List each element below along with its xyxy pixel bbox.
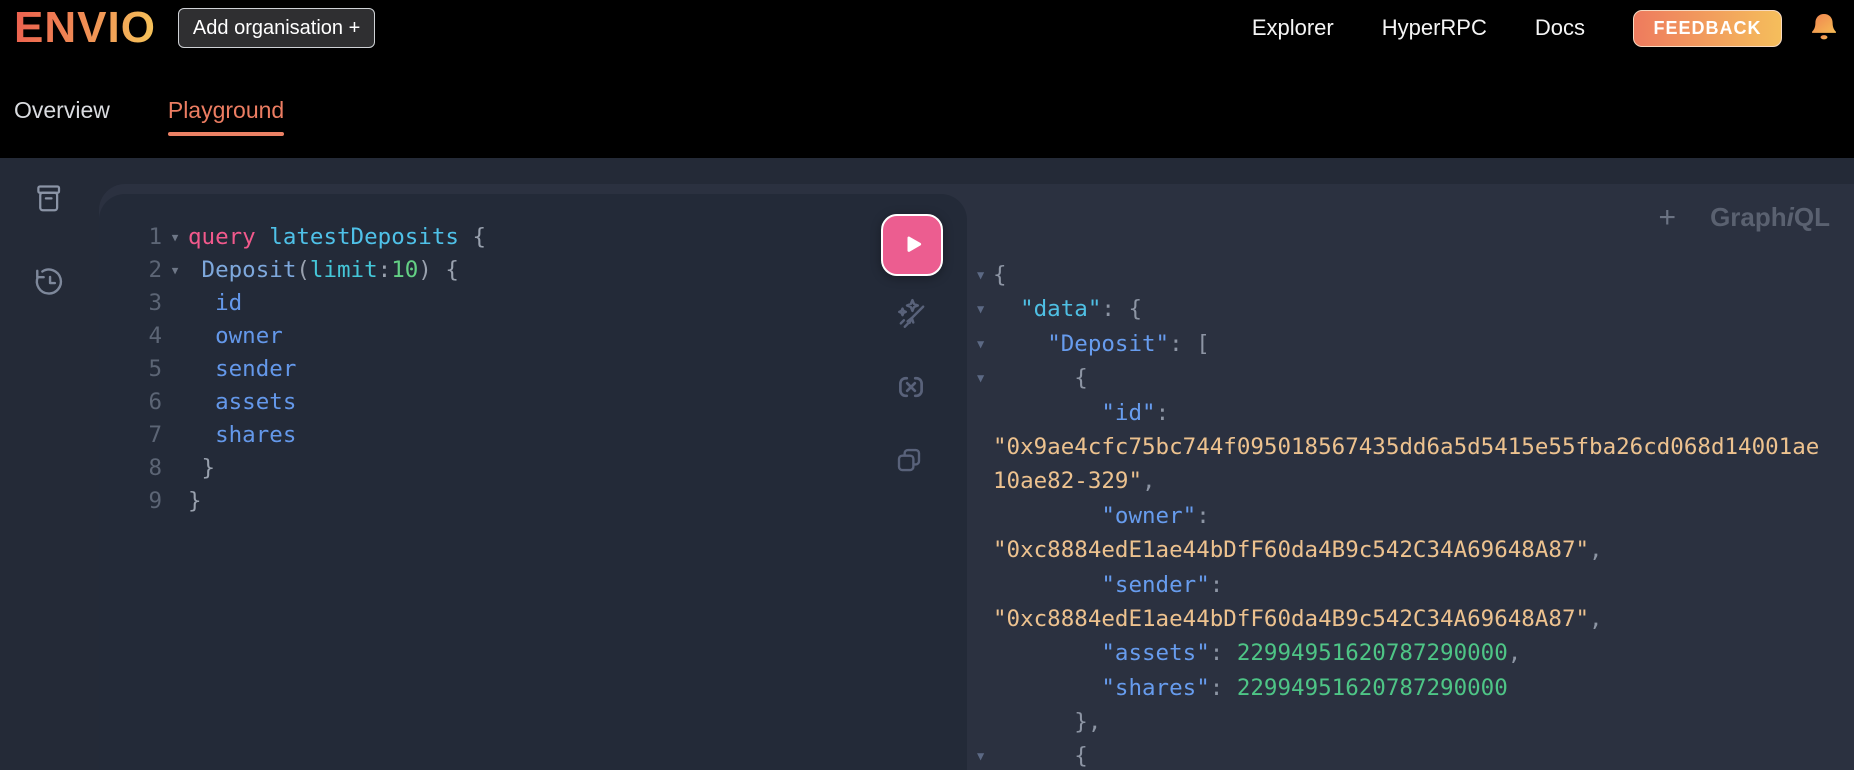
play-icon <box>907 236 922 252</box>
response-row: "sender": <box>977 568 1854 602</box>
code-text: id <box>215 290 243 316</box>
feedback-button[interactable]: FEEDBACK <box>1633 9 1782 47</box>
response-text: "Deposit": [ <box>1047 330 1210 357</box>
execute-query-button[interactable] <box>881 214 943 276</box>
code-text: } <box>188 488 202 514</box>
response-text: 10ae82-329", <box>993 468 1156 495</box>
response-text: "0x9ae4cfc75bc744f095018567435dd6a5d5415… <box>993 433 1820 460</box>
code-text: shares <box>215 422 297 448</box>
response-row: "shares": 22994951620787290000 <box>977 671 1854 705</box>
prettify-query-button[interactable] <box>894 297 928 331</box>
notifications-bell-icon[interactable] <box>1808 10 1840 46</box>
history-icon[interactable] <box>33 266 65 303</box>
merge-fragments-button[interactable] <box>894 370 928 404</box>
response-row: "owner": <box>977 499 1854 533</box>
collapse-toggle-icon[interactable]: ▼ <box>977 739 993 770</box>
response-text: { <box>993 365 1088 392</box>
response-row: 10ae82-329", <box>977 464 1854 498</box>
response-text: "data": { <box>1020 296 1143 323</box>
response-row: ▼ { <box>977 739 1854 770</box>
editor-line[interactable]: 4 owner <box>99 320 967 353</box>
code-text: Deposit(limit:10) { <box>201 257 459 283</box>
editor-line[interactable]: 1 ▼ query latestDeposits { <box>99 221 967 254</box>
editor-line[interactable]: 3 id <box>99 287 967 320</box>
copy-query-button[interactable] <box>894 445 924 475</box>
query-editor-panel: 1 ▼ query latestDeposits {2 ▼ Deposit(limit… <box>99 194 967 770</box>
graphiql-session-header: + GraphiQL <box>1659 202 1830 233</box>
response-text: "0xc8884edE1ae44bDfF60da4B9c542C34A69648… <box>993 537 1603 564</box>
tab-overview[interactable]: Overview <box>14 97 110 124</box>
code-text: owner <box>215 323 283 349</box>
response-row: "0x9ae4cfc75bc744f095018567435dd6a5d5415… <box>977 430 1854 464</box>
code-text: } <box>188 455 216 481</box>
page-tabs: Overview Playground <box>0 56 1854 158</box>
response-text: "assets": 22994951620787290000, <box>1101 640 1522 667</box>
response-text: "shares": 22994951620787290000 <box>1101 674 1508 701</box>
header-nav: Explorer HyperRPC Docs <box>1252 15 1585 41</box>
line-number: 6 <box>148 389 162 415</box>
response-row: ▼ { <box>977 361 1854 395</box>
nav-link-docs[interactable]: Docs <box>1535 15 1585 41</box>
editor-line[interactable]: 6 assets <box>99 386 967 419</box>
line-number: 9 <box>148 488 162 514</box>
collapse-toggle-icon[interactable]: ▼ <box>977 292 993 326</box>
collapse-toggle-icon[interactable]: ▼ <box>977 361 993 395</box>
code-text: sender <box>215 356 297 382</box>
editor-line[interactable]: 5 sender <box>99 353 967 386</box>
response-row: "0xc8884edE1ae44bDfF60da4B9c542C34A69648… <box>977 602 1854 636</box>
editor-line[interactable]: 7 shares <box>99 419 967 452</box>
query-editor[interactable]: 1 ▼ query latestDeposits {2 ▼ Deposit(limit… <box>99 221 967 518</box>
line-number: 7 <box>148 422 162 448</box>
code-text: assets <box>215 389 297 415</box>
fold-toggle-icon[interactable]: ▼ <box>162 254 188 287</box>
response-text: { <box>993 743 1088 770</box>
response-viewer: ▼{▼ "data": {▼ "Deposit": [▼ { "id": "0x9… <box>977 258 1854 770</box>
active-tab-underline <box>167 132 285 136</box>
fold-toggle-icon[interactable]: ▼ <box>162 221 188 254</box>
response-text: }, <box>993 709 1102 736</box>
tab-playground[interactable]: Playground <box>167 97 285 136</box>
line-number: 5 <box>148 356 162 382</box>
response-text: "0xc8884edE1ae44bDfF60da4B9c542C34A69648… <box>993 605 1603 632</box>
collapse-toggle-icon[interactable]: ▼ <box>977 258 993 292</box>
graphiql-logo: GraphiQL <box>1710 202 1830 232</box>
docs-icon[interactable] <box>34 182 64 221</box>
copy-icon <box>897 448 921 472</box>
editor-line[interactable]: 9} <box>99 485 967 518</box>
response-row: ▼ "Deposit": [ <box>977 327 1854 361</box>
nav-link-explorer[interactable]: Explorer <box>1252 15 1334 41</box>
tab-playground-label: Playground <box>167 97 285 123</box>
envio-logo[interactable]: ENVIO <box>14 6 156 50</box>
prettify-icon <box>898 298 925 328</box>
add-tab-plus-icon[interactable]: + <box>1659 202 1677 233</box>
nav-link-hyperrpc[interactable]: HyperRPC <box>1382 15 1487 41</box>
collapse-toggle-icon[interactable]: ▼ <box>977 327 993 361</box>
line-number: 3 <box>148 290 162 316</box>
editor-line[interactable]: 8 } <box>99 452 967 485</box>
response-row: }, <box>977 705 1854 739</box>
code-text: query latestDeposits { <box>188 224 487 250</box>
response-row: "assets": 22994951620787290000, <box>977 636 1854 670</box>
response-row: ▼ "data": { <box>977 292 1854 326</box>
response-text: { <box>993 262 1007 288</box>
response-text: "sender": <box>1101 571 1224 598</box>
line-number: 1 <box>148 224 162 250</box>
add-organisation-button[interactable]: Add organisation + <box>177 8 376 48</box>
merge-icon <box>899 376 923 398</box>
response-row: "0xc8884edE1ae44bDfF60da4B9c542C34A69648… <box>977 533 1854 567</box>
response-row: "id": <box>977 396 1854 430</box>
line-number: 4 <box>148 323 162 349</box>
response-row: ▼{ <box>977 258 1854 292</box>
editor-line[interactable]: 2 ▼ Deposit(limit:10) { <box>99 254 967 287</box>
tab-overview-label: Overview <box>14 97 110 123</box>
playground-container: + GraphiQL ▼{▼ "data": {▼ "Deposit": [▼ … <box>0 158 1854 770</box>
response-text: "id": <box>1101 399 1170 426</box>
line-number: 2 <box>148 257 162 283</box>
response-text: "owner": <box>1101 502 1210 529</box>
line-number: 8 <box>148 455 162 481</box>
app-header: ENVIO Add organisation + Explorer HyperR… <box>0 0 1854 56</box>
